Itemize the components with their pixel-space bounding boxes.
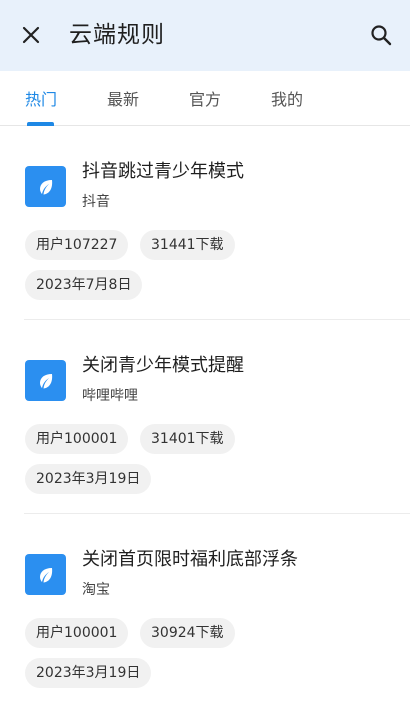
rule-name: 关闭青少年模式提醒 (82, 355, 244, 376)
search-icon (371, 25, 392, 46)
downloads-chip: 31441下载 (140, 230, 235, 260)
date-chip: 2023年3月19日 (25, 658, 152, 688)
tab-bar: 热门 最新 官方 我的 (0, 71, 410, 126)
author-chip: 用户107227 (25, 230, 129, 260)
leaf-icon (25, 166, 66, 207)
rule-app-name: 哔哩哔哩 (82, 388, 138, 404)
author-chip: 用户100001 (25, 618, 129, 648)
rule-app-name: 淘宝 (82, 582, 110, 598)
downloads-chip: 30924下载 (140, 618, 235, 648)
search-button[interactable] (366, 20, 396, 50)
rule-card[interactable]: 抖音跳过青少年模式 抖音 用户107227 31441下载 2023年7月8日 (0, 126, 410, 319)
date-chip: 2023年7月8日 (25, 270, 143, 300)
author-chip: 用户100001 (25, 424, 129, 454)
rule-list: 抖音跳过青少年模式 抖音 用户107227 31441下载 2023年7月8日 … (0, 126, 410, 707)
date-chip: 2023年3月19日 (25, 464, 152, 494)
page-title: 云端规则 (69, 22, 165, 48)
rule-app-name: 抖音 (82, 194, 110, 210)
leaf-icon (25, 554, 66, 595)
tab-hot[interactable]: 热门 (25, 88, 57, 112)
rule-name: 抖音跳过青少年模式 (82, 161, 244, 182)
rule-card[interactable]: 关闭青少年模式提醒 哔哩哔哩 用户100001 31401下载 2023年3月1… (24, 319, 410, 513)
tab-official[interactable]: 官方 (189, 88, 221, 112)
top-app-bar: 云端规则 (0, 0, 410, 71)
tab-latest[interactable]: 最新 (107, 88, 139, 112)
leaf-icon (25, 360, 66, 401)
rule-card[interactable]: 关闭首页限时福利底部浮条 淘宝 用户100001 30924下载 2023年3月… (24, 513, 410, 707)
close-icon (22, 26, 40, 44)
rule-name: 关闭首页限时福利底部浮条 (82, 549, 298, 570)
close-button[interactable] (16, 20, 46, 50)
tab-mine[interactable]: 我的 (271, 88, 303, 112)
downloads-chip: 31401下载 (140, 424, 235, 454)
